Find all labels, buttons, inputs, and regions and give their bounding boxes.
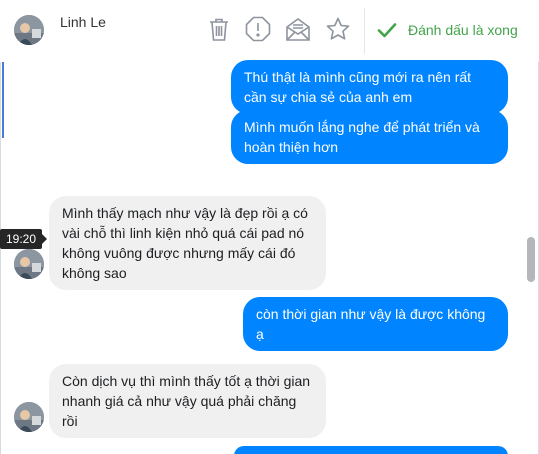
outgoing-message[interactable] [234, 446, 508, 454]
check-icon [376, 19, 398, 41]
outgoing-message[interactable]: Thú thật là mình cũng mới ra nên rất cần… [231, 60, 508, 114]
conversation-header: Linh Le Đánh dấu là xong [0, 0, 539, 62]
sender-avatar[interactable] [14, 402, 44, 432]
mail-icon[interactable] [285, 16, 311, 42]
mark-as-done-label: Đánh dấu là xong [408, 22, 518, 38]
message-timestamp-tooltip: 19:20 [0, 229, 47, 249]
scrollbar-thumb[interactable] [527, 237, 535, 282]
incoming-message[interactable]: Còn dịch vụ thì mình thấy tốt ạ thời gia… [49, 364, 326, 438]
sender-avatar[interactable] [14, 249, 44, 279]
star-icon[interactable] [325, 16, 351, 42]
contact-avatar[interactable] [14, 15, 44, 45]
outgoing-message[interactable]: còn thời gian như vậy là được không ạ [243, 297, 508, 351]
mark-as-done-button[interactable]: Đánh dấu là xong [376, 14, 518, 46]
trash-icon[interactable] [206, 16, 232, 42]
selection-indicator [2, 62, 4, 138]
report-icon[interactable] [245, 16, 271, 42]
panel-border-left [0, 62, 1, 454]
outgoing-message[interactable]: Mình muốn lắng nghe để phát triển và hoà… [231, 110, 508, 164]
incoming-message[interactable]: Mình thấy mạch như vậy là đẹp rồi ạ có v… [49, 196, 326, 290]
contact-name[interactable]: Linh Le [60, 14, 106, 30]
header-divider [364, 8, 365, 54]
